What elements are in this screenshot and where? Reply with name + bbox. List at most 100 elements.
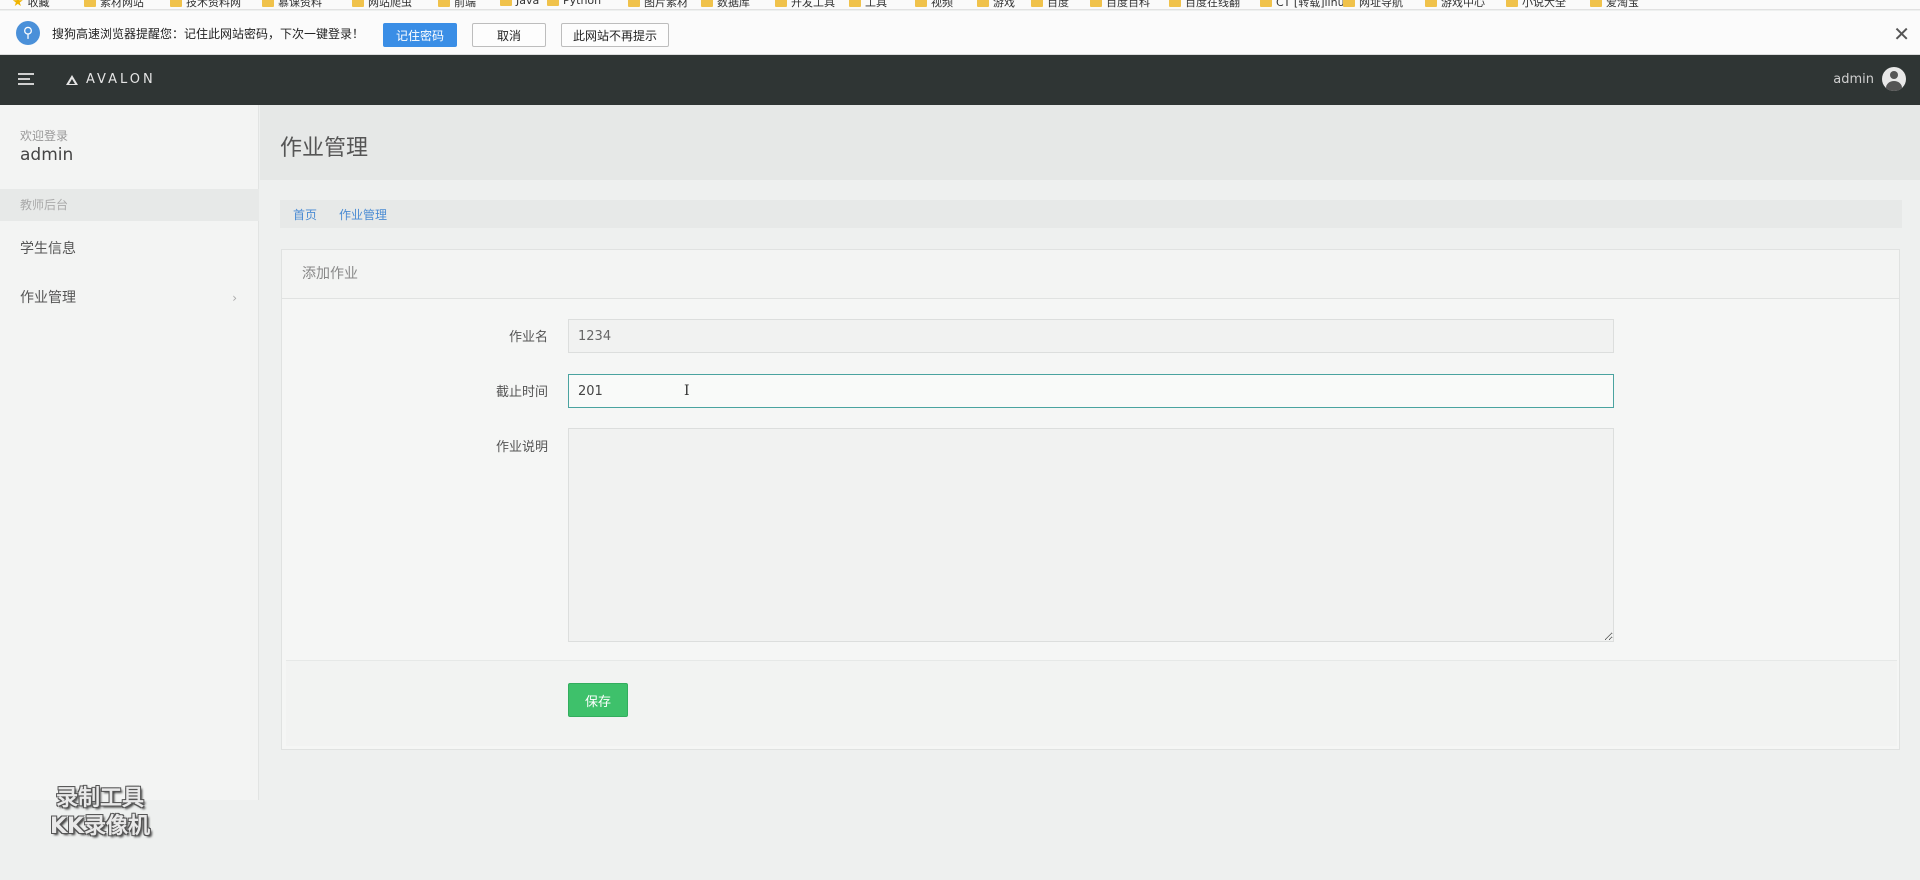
bookmark-label: 百度 — [1047, 0, 1069, 9]
folder-icon — [170, 0, 182, 7]
add-homework-panel: 添加作业 作业名 截止时间 I 作业说明 保存 — [281, 249, 1900, 750]
sidebar-item-student-info[interactable]: 学生信息 — [0, 229, 259, 269]
bookmark-label: 素材网站 — [100, 0, 144, 9]
bookmark-item[interactable]: 数据库 — [701, 0, 750, 9]
folder-icon — [849, 0, 861, 7]
folder-icon — [500, 0, 512, 6]
recorder-watermark: 录制工具 KK录像机 — [30, 785, 170, 841]
bookmark-label: 收藏 — [27, 0, 50, 9]
brand-name: AVALON — [86, 72, 156, 87]
bookmark-item[interactable]: 素材网站 — [84, 0, 144, 9]
bookmark-label: 爱淘宝 — [1606, 0, 1639, 9]
bookmarks-bar: ★ 收藏 素材网站 技术资料网 慕课资料 网站爬虫 前端 Java Python 图片素材 数据库 开… — [0, 0, 1920, 10]
folder-icon — [84, 0, 96, 7]
prompt-message: 搜狗高速浏览器提醒您：记住此网站密码，下次一键登录！ — [52, 27, 365, 41]
top-navbar: AVALON admin — [0, 55, 1920, 105]
bookmark-label: 游戏中心 — [1441, 0, 1485, 9]
folder-icon — [628, 0, 640, 7]
folder-icon — [775, 0, 787, 7]
folder-icon — [547, 0, 559, 6]
paw-icon — [1031, 0, 1043, 7]
globe-icon — [1343, 0, 1355, 7]
bookmark-item[interactable]: 技术资料网 — [170, 0, 241, 9]
brand-logo[interactable]: AVALON — [66, 72, 156, 87]
bookmark-item[interactable]: 游戏中心 — [1425, 0, 1485, 9]
watermark-line1: 录制工具 — [55, 786, 144, 811]
cancel-button[interactable]: 取消 — [472, 23, 546, 47]
bookmark-item[interactable]: Java — [500, 0, 539, 7]
bookmark-label: 网站爬虫 — [368, 0, 412, 9]
bookmark-label: 技术资料网 — [186, 0, 241, 9]
bookmark-item[interactable]: 图片素材 — [628, 0, 688, 9]
bookmark-label: 慕课资料 — [278, 0, 322, 9]
bookmark-item[interactable]: Python — [547, 0, 601, 7]
save-button[interactable]: 保存 — [568, 683, 628, 717]
bookmark-item[interactable]: 慕课资料 — [262, 0, 322, 9]
welcome-label: 欢迎登录 — [20, 129, 69, 143]
deadline-label: 截止时间 — [495, 385, 548, 400]
breadcrumb: 首页 作业管理 — [280, 200, 1902, 228]
page-icon — [1260, 0, 1272, 7]
panel-title: 添加作业 — [282, 250, 1899, 299]
bookmark-item[interactable]: CT [转载]linu — [1260, 0, 1345, 9]
folder-icon — [352, 0, 364, 7]
sidebar: 欢迎登录 admin 教师后台 学生信息 作业管理 › — [0, 105, 259, 800]
bookmark-item[interactable]: 视频 — [915, 0, 953, 9]
game-icon — [1425, 0, 1437, 7]
page-header: 作业管理 — [260, 105, 1920, 180]
never-remind-button[interactable]: 此网站不再提示 — [561, 23, 669, 47]
bookmark-item[interactable]: 网站爬虫 — [352, 0, 412, 9]
bookmark-label: 网址导航 — [1359, 0, 1403, 9]
description-textarea[interactable] — [568, 428, 1614, 642]
page-icon — [1590, 0, 1602, 7]
bookmark-item[interactable]: 小说大全 — [1506, 0, 1566, 9]
homework-name-input[interactable] — [568, 319, 1614, 353]
triangle-logo-icon — [66, 74, 78, 85]
text-cursor-icon: I — [684, 383, 690, 399]
sidebar-item-label: 作业管理 — [20, 290, 76, 306]
homework-name-label: 作业名 — [508, 330, 548, 345]
deadline-input[interactable] — [568, 374, 1614, 408]
sidebar-item-homework[interactable]: 作业管理 › — [0, 278, 259, 318]
password-save-prompt: ⚲ 搜狗高速浏览器提醒您：记住此网站密码，下次一键登录！ 记住密码 取消 此网站… — [0, 11, 1920, 55]
folder-icon — [438, 0, 450, 7]
key-icon: ⚲ — [16, 21, 40, 45]
bookmark-item[interactable]: 游戏 — [977, 0, 1015, 9]
book-icon — [1506, 0, 1518, 7]
bookmark-label: 数据库 — [717, 0, 750, 9]
star-icon: ★ — [12, 0, 24, 10]
breadcrumb-home[interactable]: 首页 — [293, 206, 317, 223]
sidebar-username: admin — [20, 145, 74, 165]
description-label: 作业说明 — [495, 440, 548, 455]
paw-icon — [1090, 0, 1102, 7]
avatar[interactable] — [1882, 67, 1906, 91]
user-menu[interactable]: admin — [1833, 67, 1906, 91]
close-icon[interactable]: ✕ — [1893, 22, 1910, 46]
navbar-username: admin — [1833, 71, 1874, 87]
bookmark-item[interactable]: 百度百科 — [1090, 0, 1150, 9]
bookmark-item[interactable]: 开发工具 — [775, 0, 835, 9]
bookmark-item[interactable]: 爱淘宝 — [1590, 0, 1639, 9]
bookmark-label: 图片素材 — [644, 0, 688, 9]
bookmark-label: CT [转载]linu — [1276, 0, 1345, 9]
folder-icon — [915, 0, 927, 7]
bookmark-label: 百度在线翻 — [1185, 0, 1240, 9]
folder-icon — [262, 0, 274, 7]
bookmark-label: 小说大全 — [1522, 0, 1566, 9]
bookmark-label: 开发工具 — [791, 0, 835, 9]
bookmark-item[interactable]: 工具 — [849, 0, 887, 9]
bookmark-item[interactable]: 百度 — [1031, 0, 1069, 9]
folder-icon — [701, 0, 713, 7]
folder-icon — [977, 0, 989, 7]
remember-password-button[interactable]: 记住密码 — [383, 23, 457, 47]
bookmark-item[interactable]: 前端 — [438, 0, 476, 9]
bookmark-item[interactable]: 百度在线翻 — [1169, 0, 1240, 9]
sidebar-item-label: 学生信息 — [20, 241, 76, 257]
bookmark-item[interactable]: 网址导航 — [1343, 0, 1403, 9]
bookmark-item[interactable]: ★ 收藏 — [12, 0, 50, 10]
chevron-right-icon: › — [232, 291, 237, 305]
translate-icon — [1169, 0, 1181, 7]
menu-toggle-icon[interactable] — [18, 73, 34, 85]
breadcrumb-homework[interactable]: 作业管理 — [339, 206, 387, 223]
sidebar-section-title: 教师后台 — [0, 189, 259, 221]
